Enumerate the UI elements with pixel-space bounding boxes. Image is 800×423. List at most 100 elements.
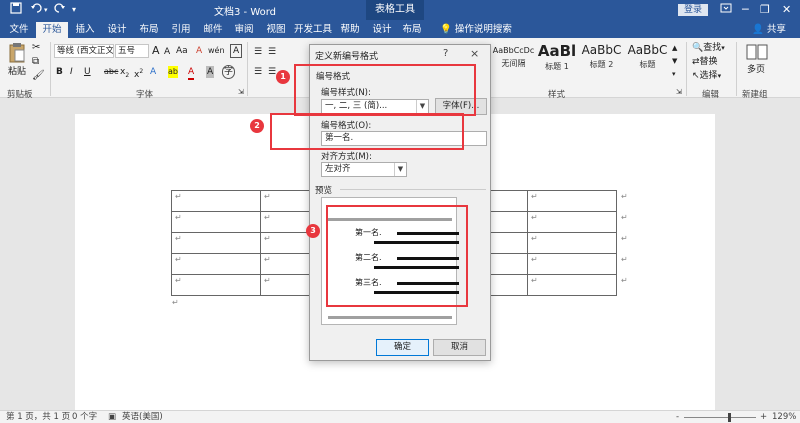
strikethrough-button[interactable]: abc bbox=[104, 66, 118, 78]
group-separator bbox=[736, 42, 737, 96]
zoom-slider-thumb[interactable] bbox=[728, 413, 731, 422]
style-heading-2[interactable]: AaBbC 标题 2 bbox=[578, 40, 625, 82]
char-border-icon[interactable]: A bbox=[230, 44, 243, 58]
style-title[interactable]: AaBbC 标题 bbox=[624, 40, 671, 82]
style-no-spacing[interactable]: AaBbCcDc 无间隔 bbox=[490, 40, 537, 82]
change-case-icon[interactable]: Aa bbox=[176, 45, 188, 57]
dialog-close-button[interactable]: × bbox=[470, 47, 479, 60]
tab-references[interactable]: 引用 bbox=[166, 22, 196, 38]
table-cell[interactable]: ↵ bbox=[171, 211, 261, 233]
tell-me-search[interactable]: 💡 操作说明搜索 bbox=[440, 22, 512, 38]
table-cell[interactable]: ↵ bbox=[171, 253, 261, 275]
font-size-combo[interactable]: 五号 bbox=[115, 44, 149, 58]
tab-table-design[interactable]: 设计 bbox=[368, 22, 396, 38]
tab-developer[interactable]: 开发工具 bbox=[293, 22, 333, 38]
cut-icon[interactable]: ✂ bbox=[32, 42, 40, 54]
format-painter-icon[interactable]: 🖌 bbox=[32, 70, 45, 82]
ribbon-display-options-icon[interactable] bbox=[720, 2, 732, 19]
person-icon: 👤 bbox=[752, 24, 764, 35]
ribbon-tabs: 文件 开始 插入 设计 布局 引用 邮件 审阅 视图 开发工具 帮助 设计 布局… bbox=[0, 20, 800, 38]
page-count[interactable]: 第 1 页，共 1 页 bbox=[6, 412, 70, 423]
tab-file[interactable]: 文件 bbox=[4, 22, 34, 38]
close-icon[interactable]: ✕ bbox=[782, 2, 791, 18]
tab-table-layout[interactable]: 布局 bbox=[398, 22, 426, 38]
grow-font-icon[interactable]: A bbox=[152, 45, 160, 57]
font-color-icon[interactable]: A bbox=[188, 66, 195, 80]
table-cell[interactable]: ↵ bbox=[527, 211, 617, 233]
undo-dropdown-icon[interactable]: ▾ bbox=[44, 2, 48, 18]
highlight-icon[interactable]: ab bbox=[168, 66, 178, 78]
table-cell[interactable]: ↵ bbox=[171, 190, 261, 212]
bold-button[interactable]: B bbox=[56, 66, 63, 78]
annotation-box-2 bbox=[270, 113, 464, 150]
styles-scroll-icon[interactable]: ▲ ▼ ▾ bbox=[672, 42, 677, 81]
tab-review[interactable]: 审阅 bbox=[229, 22, 259, 38]
language-indicator[interactable]: 英语(美国) bbox=[122, 412, 163, 423]
table-cell[interactable]: ↵ bbox=[171, 274, 261, 296]
group-separator bbox=[686, 42, 687, 96]
chevron-down-icon: ▼ bbox=[394, 163, 406, 176]
word-count[interactable]: 0 个字 bbox=[72, 412, 97, 423]
styles-dialog-launcher-icon[interactable]: ⇲ bbox=[676, 86, 682, 98]
zoom-in-button[interactable]: + bbox=[760, 412, 767, 423]
annotation-badge-2: 2 bbox=[250, 119, 264, 133]
tab-mailings[interactable]: 邮件 bbox=[198, 22, 228, 38]
table-cell[interactable]: ↵ bbox=[527, 232, 617, 254]
tab-view[interactable]: 视图 bbox=[261, 22, 291, 38]
undo-icon[interactable] bbox=[30, 2, 44, 18]
zoom-level[interactable]: 129% bbox=[772, 412, 796, 423]
superscript-button[interactable]: x2 bbox=[134, 66, 143, 81]
underline-button[interactable]: U bbox=[84, 66, 91, 78]
style-heading-1[interactable]: AaBl 标题 1 bbox=[537, 40, 577, 82]
table-cell[interactable]: ↵ bbox=[527, 274, 617, 296]
login-button[interactable]: 登录 bbox=[678, 4, 708, 16]
bullets-icon[interactable]: ☰ bbox=[254, 46, 262, 58]
proofing-icon[interactable]: ▣ bbox=[108, 412, 116, 423]
annotation-box-3 bbox=[326, 205, 468, 307]
minimize-icon[interactable]: ─ bbox=[742, 2, 749, 18]
alignment-select[interactable]: 左对齐 ▼ bbox=[321, 162, 407, 177]
numbering-icon[interactable]: ☰ bbox=[268, 46, 276, 58]
font-name-combo[interactable]: 等线 (西文正文) bbox=[54, 44, 114, 58]
help-button[interactable]: ? bbox=[443, 48, 448, 59]
select-icon: ↖ bbox=[692, 71, 700, 81]
replace-button[interactable]: ⇄替换 bbox=[692, 56, 718, 68]
align-left-icon[interactable]: ☰ bbox=[254, 66, 262, 78]
find-button[interactable]: 🔍查找▾ bbox=[692, 42, 725, 54]
italic-button[interactable]: I bbox=[70, 66, 73, 78]
phonetic-guide-icon[interactable]: wén bbox=[208, 45, 225, 57]
tab-insert[interactable]: 插入 bbox=[70, 22, 100, 38]
text-effects-icon[interactable]: A bbox=[150, 66, 156, 78]
paste-icon[interactable] bbox=[8, 42, 26, 68]
copy-icon[interactable]: ⧉ bbox=[32, 56, 39, 68]
subscript-button[interactable]: x2 bbox=[120, 66, 129, 82]
align-center-icon[interactable]: ☰ bbox=[268, 66, 276, 78]
shrink-font-icon[interactable]: A bbox=[164, 46, 170, 58]
paste-button[interactable]: 粘贴 bbox=[8, 66, 26, 78]
redo-icon[interactable] bbox=[54, 2, 66, 18]
table-cell[interactable]: ↵ bbox=[527, 190, 617, 212]
tab-layout[interactable]: 布局 bbox=[134, 22, 164, 38]
zoom-slider[interactable] bbox=[684, 417, 756, 418]
clear-format-icon[interactable]: A bbox=[196, 45, 202, 57]
ok-button[interactable]: 确定 bbox=[376, 339, 429, 356]
save-icon[interactable] bbox=[10, 2, 22, 18]
tab-help[interactable]: 帮助 bbox=[335, 22, 365, 38]
font-dialog-launcher-icon[interactable]: ⇲ bbox=[238, 86, 244, 98]
customize-quick-access-icon[interactable]: ▾ bbox=[72, 2, 76, 18]
enclose-char-icon[interactable]: 字 bbox=[222, 65, 236, 79]
table-cell[interactable]: ↵ bbox=[171, 232, 261, 254]
char-shading-icon[interactable]: A bbox=[206, 66, 215, 78]
lightbulb-icon: 💡 bbox=[440, 24, 452, 35]
zoom-out-button[interactable]: - bbox=[676, 412, 679, 423]
table-cell[interactable]: ↵ bbox=[527, 253, 617, 275]
dialog-title: 定义新编号格式 bbox=[315, 52, 379, 62]
share-button[interactable]: 👤 共享 bbox=[752, 22, 786, 38]
tab-home[interactable]: 开始 bbox=[36, 22, 68, 38]
multipage-icon[interactable] bbox=[746, 44, 768, 64]
restore-icon[interactable]: ❐ bbox=[760, 2, 770, 18]
cancel-button[interactable]: 取消 bbox=[433, 339, 486, 356]
multipage-button[interactable]: 多页 bbox=[747, 64, 765, 76]
select-button[interactable]: ↖选择▾ bbox=[692, 70, 721, 82]
tab-design[interactable]: 设计 bbox=[102, 22, 132, 38]
